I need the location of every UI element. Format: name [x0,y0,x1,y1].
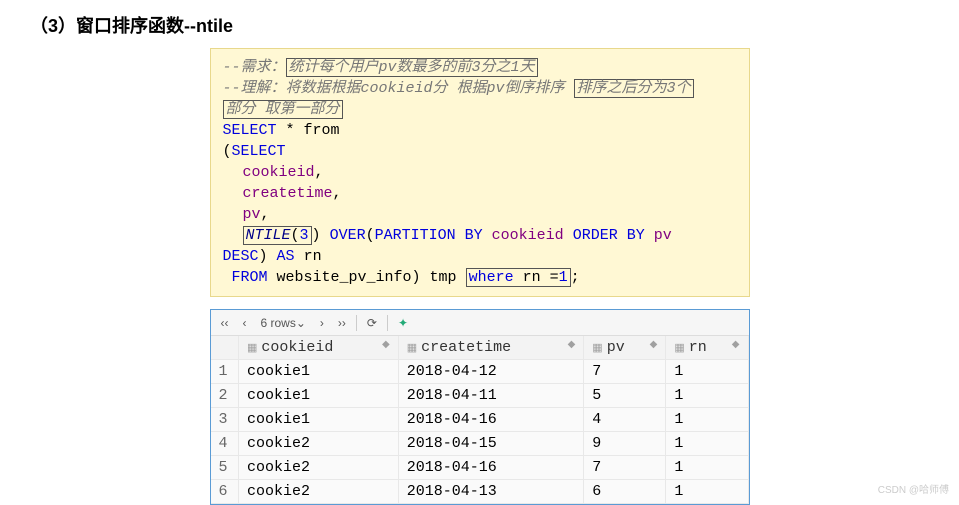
section-heading: （3）窗口排序函数--ntile [30,12,929,38]
row-number: 1 [211,360,239,384]
column-icon: ▦ [674,343,684,355]
column-icon: ▦ [592,343,602,355]
results-table: ▦cookieid◆ ▦createtime◆ ▦pv◆ ▦rn◆ 1cooki… [211,336,749,504]
comment2-box1: 排序之后分为3个 [574,79,694,98]
three: 3 [300,227,309,244]
cell-rn: 1 [666,360,748,384]
table-row[interactable]: 3cookie12018-04-1641 [211,408,749,432]
kw-select: SELECT [223,122,277,139]
pv2: pv [654,227,672,244]
column-icon: ▦ [407,343,417,355]
add-icon[interactable]: ✦ [394,316,412,330]
col-header-rn[interactable]: ▦rn◆ [666,336,748,360]
results-panel: ‹‹ ‹ 6 rows ⌄ › ›› ⟳ ✦ ▦cookieid◆ ▦creat… [210,309,750,505]
partition: PARTITION BY [375,227,483,244]
comma2: , [333,185,342,202]
table-row[interactable]: 4cookie22018-04-1591 [211,432,749,456]
row-number: 2 [211,384,239,408]
cell-cookieid: cookie1 [239,384,399,408]
comment2a: --理解：将数据根据cookieid分 根据pv倒序排序 [223,80,565,97]
cell-cookieid: cookie2 [239,432,399,456]
rn: rn [295,248,322,265]
lparen3: ( [366,227,375,244]
col-createtime: createtime [243,185,333,202]
cell-pv: 7 [584,456,666,480]
table-row[interactable]: 5cookie22018-04-1671 [211,456,749,480]
table-header-row: ▦cookieid◆ ▦createtime◆ ▦pv◆ ▦rn◆ [211,336,749,360]
sort-icon[interactable]: ◆ [568,339,576,351]
row-number: 3 [211,408,239,432]
cell-rn: 1 [666,456,748,480]
table-row[interactable]: 1cookie12018-04-1271 [211,360,749,384]
sort-icon[interactable]: ◆ [382,339,390,351]
rows-count[interactable]: 6 rows ⌄ [257,316,310,330]
nav-first-icon[interactable]: ‹‹ [217,316,233,330]
comment-boxed: 统计每个用户pv数最多的前3分之1天 [286,58,538,77]
rparen3: ) [259,248,268,265]
watermark: CSDN @哈师傅 [878,481,949,496]
nav-next-icon[interactable]: › [316,316,328,330]
col-cookieid: cookieid [243,164,315,181]
col-header-cookieid[interactable]: ▦cookieid◆ [239,336,399,360]
where: where [469,269,514,286]
nav-last-icon[interactable]: ›› [334,316,350,330]
cell-cookieid: cookie2 [239,456,399,480]
col-pv: pv [243,206,261,223]
sort-icon[interactable]: ◆ [650,339,658,351]
cell-createtime: 2018-04-11 [398,384,584,408]
toolbar-separator [387,315,388,331]
sort-icon[interactable]: ◆ [732,339,740,351]
ntile: NTILE [246,227,291,244]
refresh-icon[interactable]: ⟳ [363,316,381,330]
rn-eq: rn = [514,269,559,286]
cell-pv: 4 [584,408,666,432]
desc: DESC [223,248,259,265]
lparen2: ( [291,227,300,244]
over: OVER [330,227,366,244]
cell-pv: 9 [584,432,666,456]
results-toolbar: ‹‹ ‹ 6 rows ⌄ › ›› ⟳ ✦ [211,310,749,336]
col-header-pv[interactable]: ▦pv◆ [584,336,666,360]
row-number: 5 [211,456,239,480]
comma1: , [315,164,324,181]
col-header-rownum [211,336,239,360]
column-icon: ▦ [247,343,257,355]
kw-select2: SELECT [232,143,286,160]
one: 1 [559,269,568,286]
nav-prev-icon[interactable]: ‹ [239,316,251,330]
star-from: * from [277,122,340,139]
table-row[interactable]: 2cookie12018-04-1151 [211,384,749,408]
cell-pv: 5 [584,384,666,408]
cell-createtime: 2018-04-16 [398,456,584,480]
orderby: ORDER BY [573,227,645,244]
cell-cookieid: cookie1 [239,360,399,384]
cell-rn: 1 [666,408,748,432]
cell-pv: 7 [584,360,666,384]
cookieid: cookieid [492,227,564,244]
row-number: 4 [211,432,239,456]
as: AS [277,248,295,265]
from: FROM [232,269,268,286]
lparen: ( [223,143,232,160]
cell-createtime: 2018-04-16 [398,408,584,432]
comment2-box2: 部分 取第一部分 [223,100,343,119]
semi: ; [571,269,580,286]
toolbar-separator [356,315,357,331]
rparen2: ) [312,227,321,244]
table: website_pv_info) tmp [268,269,457,286]
sql-code-block: --需求：统计每个用户pv数最多的前3分之1天 --理解：将数据根据cookie… [210,48,750,297]
col-header-createtime[interactable]: ▦createtime◆ [398,336,584,360]
cell-createtime: 2018-04-12 [398,360,584,384]
comma3: , [261,206,270,223]
cell-rn: 1 [666,384,748,408]
cell-createtime: 2018-04-15 [398,432,584,456]
cell-rn: 1 [666,432,748,456]
comment-prefix: --需求： [223,59,286,76]
cell-cookieid: cookie1 [239,408,399,432]
